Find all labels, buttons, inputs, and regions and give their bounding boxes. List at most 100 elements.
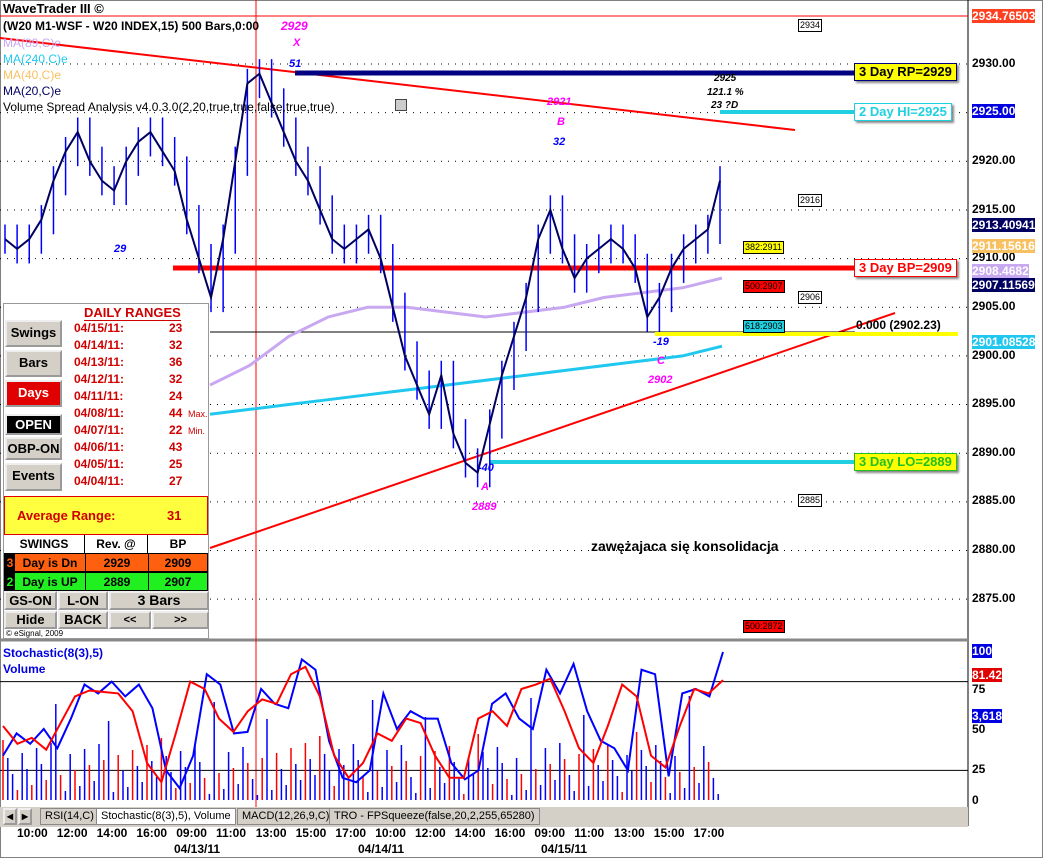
range-value: 27	[169, 474, 183, 488]
stoch-axis-0: 0	[972, 793, 979, 807]
obp-on-button[interactable]: OBP-ON	[5, 437, 62, 460]
price-axis-label: 2875.00	[972, 590, 1016, 605]
swings-button[interactable]: Swings	[5, 320, 62, 347]
tab-rsi[interactable]: RSI(14,C)	[40, 808, 99, 825]
swings-table: SWINGS Rev. @ BP 3 Day is Dn 2929 2909 2…	[4, 535, 208, 591]
time-label: 16:00	[494, 826, 526, 840]
range-date: 04/06/11:	[74, 440, 125, 454]
events-button[interactable]: Events	[5, 463, 62, 491]
swing-row: 2 Day is UP 2889 2907	[4, 572, 208, 591]
copyright: © eSignal, 2009	[6, 629, 64, 638]
ma20-label[interactable]: MA(20,C)e	[3, 84, 61, 98]
daily-ranges-title: DAILY RANGES	[84, 305, 181, 321]
ma40-label[interactable]: MA(40,C)e	[3, 68, 61, 82]
swing-row: 3 Day is Dn 2929 2909	[4, 553, 208, 572]
ma240-label[interactable]: MA(240,C)e	[3, 52, 68, 66]
tab-fpsqueeze[interactable]: TRO - FPSqueeze(false,20,2,255,65280)	[329, 808, 540, 825]
range-value: 25	[169, 457, 183, 471]
swing-count: 3	[5, 554, 15, 571]
next-button[interactable]: >>	[152, 611, 209, 629]
fib-382: 382:2911	[743, 241, 784, 254]
projection-price: 2925	[714, 73, 737, 84]
time-label: 11:00	[216, 826, 247, 840]
fib-zero: 0.000 (2902.23)	[856, 318, 941, 332]
stoch-axis-25: 25	[972, 762, 986, 776]
range-note: Max.	[188, 409, 208, 419]
badge-last: 2907.11569	[972, 278, 1035, 292]
time-label: 09:00	[176, 826, 207, 840]
tab-scroll-right[interactable]: ▶	[18, 808, 32, 825]
l-on-button[interactable]: L-ON	[58, 591, 108, 610]
price-axis-label: 2890.00	[972, 444, 1016, 459]
wave-c-label: C	[657, 355, 665, 367]
time-label: 16:00	[136, 826, 168, 840]
time-label: 17:00	[693, 826, 725, 840]
date-label: 04/13/11	[174, 842, 221, 856]
bars-count-button[interactable]: 3 Bars	[109, 591, 209, 610]
swing-label: Day is UP	[22, 575, 78, 589]
app-title: WaveTrader III ©	[3, 1, 104, 16]
bars-button[interactable]: Bars	[5, 350, 62, 377]
hi-level-label: 2 Day HI=2925	[854, 103, 952, 121]
average-range-box: Average Range: 31	[4, 496, 208, 535]
stoch-axis-50: 50	[972, 722, 986, 736]
rev-col: Rev. @	[84, 535, 147, 553]
lo-level-label: 3 Day LO=2889	[854, 453, 957, 471]
back-button[interactable]: BACK	[58, 611, 108, 629]
open-button[interactable]: OPEN	[5, 414, 62, 435]
stoch-k-line	[2, 651, 724, 791]
stochastic-label[interactable]: Stochastic(8(3),5)	[3, 646, 103, 660]
swing-bp: 2909	[148, 554, 207, 571]
lock-icon[interactable]	[395, 99, 407, 111]
range-note: Min.	[188, 426, 206, 436]
badge-stoch-d: 81.42	[972, 668, 1003, 682]
range-date: 04/07/11:	[74, 423, 125, 437]
swing-rev: 2889	[85, 573, 148, 590]
badge-stoch-k: 100	[972, 644, 993, 658]
prev-button[interactable]: <<	[109, 611, 151, 629]
vsa-label[interactable]: Volume Spread Analysis v4.0.3.0(2,20,tru…	[3, 100, 335, 114]
range-date: 04/14/11:	[74, 338, 125, 352]
range-value: 32	[169, 372, 183, 386]
range-date: 04/11/11:	[74, 389, 124, 403]
tab-macd[interactable]: MACD(12,26,9,C)	[237, 808, 335, 825]
tab-scroll-left[interactable]: ◀	[3, 808, 17, 825]
time-label: 09:00	[534, 826, 566, 840]
bp-col: BP	[147, 535, 208, 553]
badge-ma89: 2908.4682	[972, 264, 1029, 278]
range-date: 04/13/11:	[74, 355, 125, 369]
time-label: 10:00	[375, 826, 406, 840]
badge-ma40: 2911.15616	[972, 239, 1035, 253]
range-date: 04/12/11:	[74, 372, 125, 386]
box-2934: 2934	[798, 19, 823, 32]
average-range-label: Average Range:	[17, 508, 116, 523]
time-label: 17:00	[335, 826, 367, 840]
price-axis-label: 2930.00	[972, 56, 1016, 70]
hide-button[interactable]: Hide	[4, 611, 57, 629]
badge-ma240: 2901.08528	[972, 335, 1036, 349]
support-trendline	[209, 312, 896, 549]
date-label: 04/14/11	[358, 842, 405, 856]
time-label: 12:00	[56, 826, 88, 840]
wave-a-value: 2889	[472, 501, 497, 513]
projection-bars: 23 ?D	[711, 100, 739, 111]
range-date: 04/08/11:	[74, 406, 125, 420]
swing-bp: 2907	[148, 573, 207, 590]
ma89-label[interactable]: MA(89,C)e	[3, 36, 61, 50]
time-label: 14:00	[96, 826, 128, 840]
wave-b-label: B	[557, 116, 565, 128]
stoch-axis-75: 75	[972, 682, 986, 696]
swings-header: SWINGS Rev. @ BP	[4, 535, 208, 553]
time-label: 12:00	[415, 826, 446, 840]
range-value: 24	[169, 389, 183, 403]
days-button[interactable]: Days	[5, 380, 62, 407]
range-date: 04/04/11:	[74, 474, 125, 488]
price-axis-label: 2880.00	[972, 542, 1016, 556]
gs-on-button[interactable]: GS-ON	[4, 591, 57, 610]
symbol-line: (W20 M1-WSF - W20 INDEX,15) 500 Bars,0:0…	[3, 19, 260, 33]
range-value: 43	[169, 440, 183, 454]
wave-c-count: -19	[653, 336, 669, 348]
price-axis-label: 2895.00	[972, 396, 1016, 411]
tab-stochastic-volume[interactable]: Stochastic(8(3),5), Volume	[96, 808, 236, 825]
volume-label[interactable]: Volume	[3, 662, 45, 676]
